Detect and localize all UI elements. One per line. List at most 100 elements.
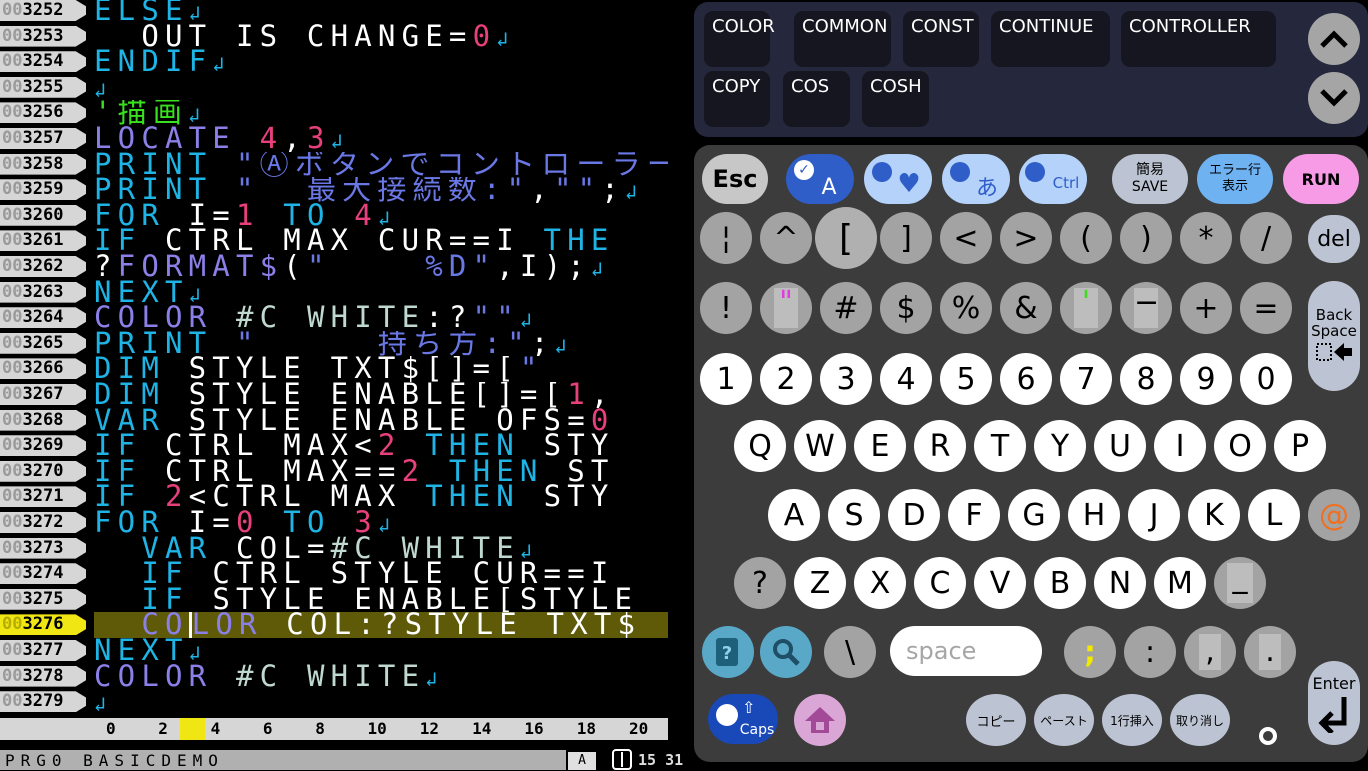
key-underscore[interactable]: _	[1214, 557, 1266, 609]
code-line[interactable]: 003253 OUT_IS_CHANGE=0↲	[0, 24, 668, 50]
suggestion-const[interactable]: CONST	[903, 11, 979, 67]
code-text[interactable]: CO LOR COL:?STYLE_TXT$	[94, 612, 668, 638]
suggestion-color[interactable]: COLOR	[704, 11, 775, 67]
code-text[interactable]: ENDIF↲	[94, 49, 668, 75]
key-symbol[interactable]: <	[940, 212, 992, 264]
key-symbol[interactable]: "	[760, 282, 812, 334]
code-line[interactable]: 003266 DIM STYLE_TXT$[]=["	[0, 356, 668, 382]
code-text[interactable]: IF 2<CTRL_MAX THEN STY	[94, 484, 668, 510]
key-digit[interactable]: 3	[820, 353, 872, 405]
key-digit[interactable]: 8	[1120, 353, 1172, 405]
code-text[interactable]: VAR COL=#C_WHITE↲	[94, 536, 668, 562]
code-line[interactable]: 003256 '描画↲	[0, 100, 668, 126]
code-text[interactable]: FOR I=0 TO 3↲	[94, 510, 668, 536]
key-letter[interactable]: M	[1154, 557, 1206, 609]
key-digit[interactable]: 7	[1060, 353, 1112, 405]
key-letter[interactable]: O	[1214, 420, 1266, 472]
enter-key[interactable]: Enter	[1308, 661, 1360, 745]
key-symbol[interactable]: &	[1000, 282, 1052, 334]
help-book-key[interactable]: ?	[702, 626, 754, 678]
key-symbol[interactable]: )	[1120, 212, 1172, 264]
esc-key[interactable]: Esc	[702, 154, 768, 204]
code-text[interactable]: COLOR #C_WHITE:?""↲	[94, 305, 668, 331]
space-key[interactable]: space	[890, 626, 1042, 676]
key-backslash[interactable]: \	[824, 626, 876, 678]
key-letter[interactable]: T	[974, 420, 1026, 472]
key-letter[interactable]: I	[1154, 420, 1206, 472]
suggestion-cos[interactable]: COS	[783, 71, 850, 127]
code-line[interactable]: 003261 IF CTRL_MAX_CUR==I THE	[0, 228, 668, 254]
scroll-up-button[interactable]	[1308, 13, 1360, 65]
code-line[interactable]: 003264 COLOR #C_WHITE:?""↲	[0, 305, 668, 331]
code-text[interactable]: OUT_IS_CHANGE=0↲	[94, 24, 668, 50]
key-semicolon[interactable]: ;	[1064, 626, 1116, 678]
code-line[interactable]: 003271 IF 2<CTRL_MAX THEN STY	[0, 484, 668, 510]
key-symbol[interactable]: *	[1180, 212, 1232, 264]
key-question[interactable]: ?	[734, 557, 786, 609]
code-text[interactable]: ELSE↲	[94, 0, 668, 24]
key-at[interactable]: @	[1308, 489, 1360, 541]
key-letter[interactable]: Y	[1034, 420, 1086, 472]
key-letter[interactable]: S	[828, 489, 880, 541]
code-text[interactable]: IF STYLE_ENABLE[STYLE	[94, 587, 668, 613]
key-letter[interactable]: V	[974, 557, 1026, 609]
code-text[interactable]: LOCATE 4,3↲	[94, 126, 668, 152]
key-symbol[interactable]: −	[1120, 282, 1172, 334]
key-symbol[interactable]: =	[1240, 282, 1292, 334]
key-letter[interactable]: D	[888, 489, 940, 541]
suggestion-copy[interactable]: COPY	[704, 71, 770, 127]
code-text[interactable]: ?FORMAT$(" %D",I);↲	[94, 254, 668, 280]
code-text[interactable]: ↲	[94, 689, 668, 715]
code-line[interactable]: 003258 PRINT "Ⓐボタンでコントローラーの最大	[0, 152, 668, 178]
code-text[interactable]: '描画↲	[94, 100, 668, 126]
code-editor[interactable]: 003252 ELSE↲ 003253 OUT_IS_CHANGE=0↲ 003254…	[0, 0, 668, 716]
code-text[interactable]: NEXT↲	[94, 638, 668, 664]
code-line[interactable]: 003255 ↲	[0, 75, 668, 101]
key-letter[interactable]: R	[914, 420, 966, 472]
home-key[interactable]	[794, 694, 846, 746]
key-symbol[interactable]: >	[1000, 212, 1052, 264]
key-letter[interactable]: J	[1128, 489, 1180, 541]
suggestion-continue[interactable]: CONTINUE	[991, 11, 1110, 67]
paste-key[interactable]: ペースト	[1034, 694, 1094, 746]
alpha-mode-key[interactable]: ✓ A	[786, 154, 854, 204]
key-letter[interactable]: F	[948, 489, 1000, 541]
code-text[interactable]: DIM STYLE_TXT$[]=["	[94, 356, 668, 382]
run-key[interactable]: RUN	[1283, 154, 1359, 204]
code-line[interactable]: 003270 IF CTRL_MAX==2 THEN ST	[0, 459, 668, 485]
key-letter[interactable]: P	[1274, 420, 1326, 472]
key-digit[interactable]: 6	[1000, 353, 1052, 405]
code-line[interactable]: 003268 VAR STYLE_ENABLE_OFS=0	[0, 408, 668, 434]
key-symbol[interactable]: %	[940, 282, 992, 334]
code-line[interactable]: 003275 IF STYLE_ENABLE[STYLE	[0, 587, 668, 613]
code-line[interactable]: 003277 NEXT↲	[0, 638, 668, 664]
code-text[interactable]: DIM STYLE_ENABLE[]=[1,	[94, 382, 668, 408]
backspace-key[interactable]: Back Space	[1308, 281, 1360, 391]
code-text[interactable]: ↲	[94, 75, 668, 101]
code-text[interactable]: NEXT↲	[94, 280, 668, 306]
code-line[interactable]: 003267 DIM STYLE_ENABLE[]=[1,	[0, 382, 668, 408]
key-symbol[interactable]: (	[1060, 212, 1112, 264]
code-text[interactable]: VAR STYLE_ENABLE_OFS=0	[94, 408, 668, 434]
code-line[interactable]: 003254 ENDIF↲	[0, 49, 668, 75]
delete-key[interactable]: del	[1308, 215, 1360, 263]
search-key[interactable]	[760, 626, 812, 678]
suggestion-common[interactable]: COMMON	[794, 11, 891, 67]
key-symbol[interactable]: #	[820, 282, 872, 334]
key-letter[interactable]: Z	[794, 557, 846, 609]
code-line[interactable]: 003260 FOR I=1 TO 4↲	[0, 203, 668, 228]
code-line[interactable]: 003272 FOR I=0 TO 3↲	[0, 510, 668, 536]
key-symbol[interactable]: ^	[760, 212, 812, 264]
key-colon[interactable]: :	[1124, 626, 1176, 678]
code-text[interactable]: PRINT "Ⓐボタンでコントローラーの最大	[94, 152, 668, 178]
kana-mode-key[interactable]: あ	[942, 154, 1010, 204]
suggestion-cosh[interactable]: COSH	[862, 71, 929, 127]
copy-key[interactable]: コピー	[966, 694, 1026, 746]
key-comma[interactable]: ,	[1184, 626, 1236, 678]
key-letter[interactable]: A	[768, 489, 820, 541]
key-letter[interactable]: X	[854, 557, 906, 609]
insert-line-key[interactable]: 1行挿入	[1102, 694, 1162, 746]
code-text[interactable]: IF CTRL_MAX==2 THEN ST	[94, 459, 668, 485]
suggestion-controller[interactable]: CONTROLLER	[1121, 11, 1276, 67]
key-letter[interactable]: H	[1068, 489, 1120, 541]
